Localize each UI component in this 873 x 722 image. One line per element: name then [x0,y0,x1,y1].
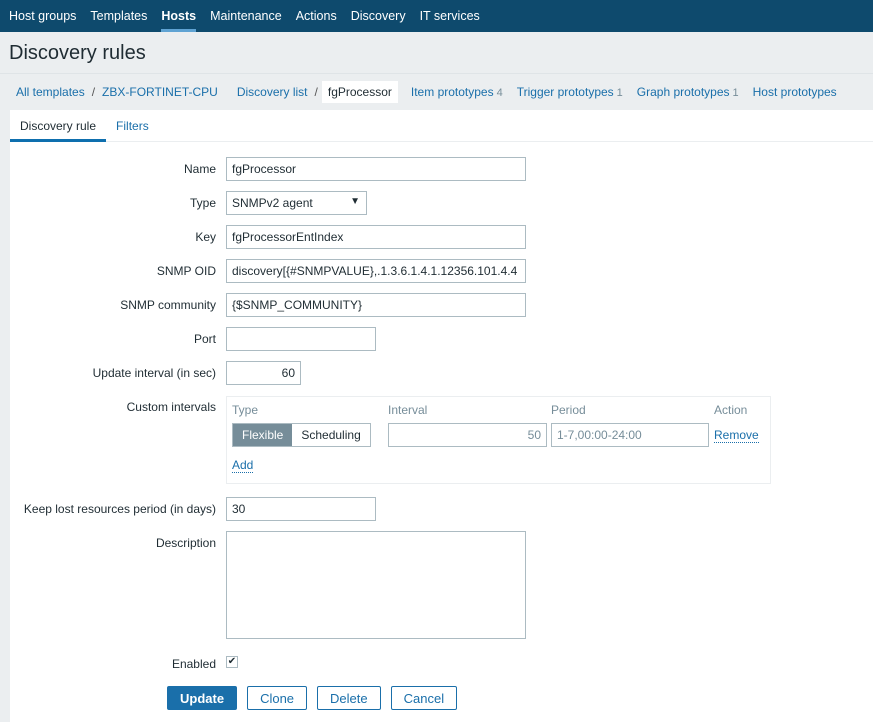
count: 4 [496,86,503,99]
trigger-prototypes-link[interactable]: Trigger prototypes 1 [510,85,630,99]
type-value: SNMPv2 agent [232,196,313,210]
graph-prototypes-link[interactable]: Graph prototypes 1 [630,85,746,99]
remove-link[interactable]: Remove [714,428,759,443]
tab-discovery-rule[interactable]: Discovery rule [10,110,107,142]
page-title: Discovery rules [9,42,146,64]
top-nav: Host groups Templates Hosts Maintenance … [0,0,873,32]
breadcrumb-discovery-list[interactable]: Discovery list [230,85,315,99]
divider [0,73,873,74]
col-period: Period [551,403,586,417]
update-interval-input[interactable]: 60 [226,361,301,385]
form-buttons: Update Clone Delete Cancel [167,686,458,710]
community-label: SNMP community [120,298,216,312]
add-link[interactable]: Add [232,458,254,473]
tab-filters[interactable]: Filters [106,110,159,142]
label: Item prototypes [410,84,494,99]
dropdown-arrow-icon: ▼ [350,196,360,207]
breadcrumb-current: fgProcessor [321,80,398,103]
description-label: Description [155,536,216,550]
clone-button[interactable]: Clone [247,686,308,710]
interval-label: Update interval (in sec) [92,366,216,380]
label: Trigger prototypes [516,84,614,99]
custom-intervals-label: Custom intervals [126,400,216,414]
breadcrumb-template[interactable]: ZBX-FORTINET-CPU [95,85,225,99]
form-panel: Discovery rule Filters Name fgProcessor T… [10,110,873,722]
nav-actions[interactable]: Actions [291,0,342,32]
host-prototypes-link[interactable]: Host prototypes [746,85,844,99]
port-label: Port [193,332,216,346]
col-action: Action [714,403,748,417]
nav-templates[interactable]: Templates [85,0,152,32]
port-input[interactable] [226,327,376,351]
nav-discovery[interactable]: Discovery [346,0,411,32]
type-label: Type [189,196,216,210]
count: 1 [732,86,739,99]
flexible-option[interactable]: Flexible [233,424,293,446]
type-select[interactable]: SNMPv2 agent ▼ [226,191,367,215]
oid-label: SNMP OID [156,264,216,278]
nav-hosts[interactable]: Hosts [156,0,201,32]
breadcrumb-all-templates[interactable]: All templates [9,85,92,99]
description-textarea[interactable] [226,531,526,639]
enabled-checkbox[interactable]: ✔ [226,656,238,668]
nav-host-groups[interactable]: Host groups [4,0,81,32]
cancel-button[interactable]: Cancel [390,686,458,710]
scheduling-option[interactable]: Scheduling [292,424,369,446]
col-type: Type [232,403,259,417]
interval-type-toggle: Flexible Scheduling [232,423,371,447]
nav-it-services[interactable]: IT services [415,0,485,32]
count: 1 [616,86,623,99]
col-interval: Interval [388,403,428,417]
name-label: Name [183,162,216,176]
tabs: Discovery rule Filters [10,110,873,142]
snmp-oid-input[interactable]: discovery[{#SNMPVALUE},.1.3.6.1.4.1.1235… [226,259,526,283]
separator: / [314,84,318,99]
name-input[interactable]: fgProcessor [226,157,526,181]
item-prototypes-link[interactable]: Item prototypes 4 [404,85,510,99]
custom-interval-input[interactable]: 50 [388,423,547,447]
nav-maintenance[interactable]: Maintenance [205,0,287,32]
breadcrumb: All templates / ZBX-FORTINET-CPU Discover… [9,80,844,103]
enabled-label: Enabled [171,657,216,671]
key-input[interactable]: fgProcessorEntIndex [226,225,526,249]
key-label: Key [195,230,216,244]
snmp-community-input[interactable]: {$SNMP_COMMUNITY} [226,293,526,317]
label: Graph prototypes [636,84,730,99]
update-button[interactable]: Update [167,686,238,710]
lifetime-label: Keep lost resources period (in days) [23,502,216,516]
custom-period-input[interactable]: 1-7,00:00-24:00 [551,423,709,447]
custom-intervals-table: Type Interval Period Action Flexible Sche… [226,396,771,484]
delete-button[interactable]: Delete [317,686,381,710]
lifetime-input[interactable]: 30 [226,497,376,521]
